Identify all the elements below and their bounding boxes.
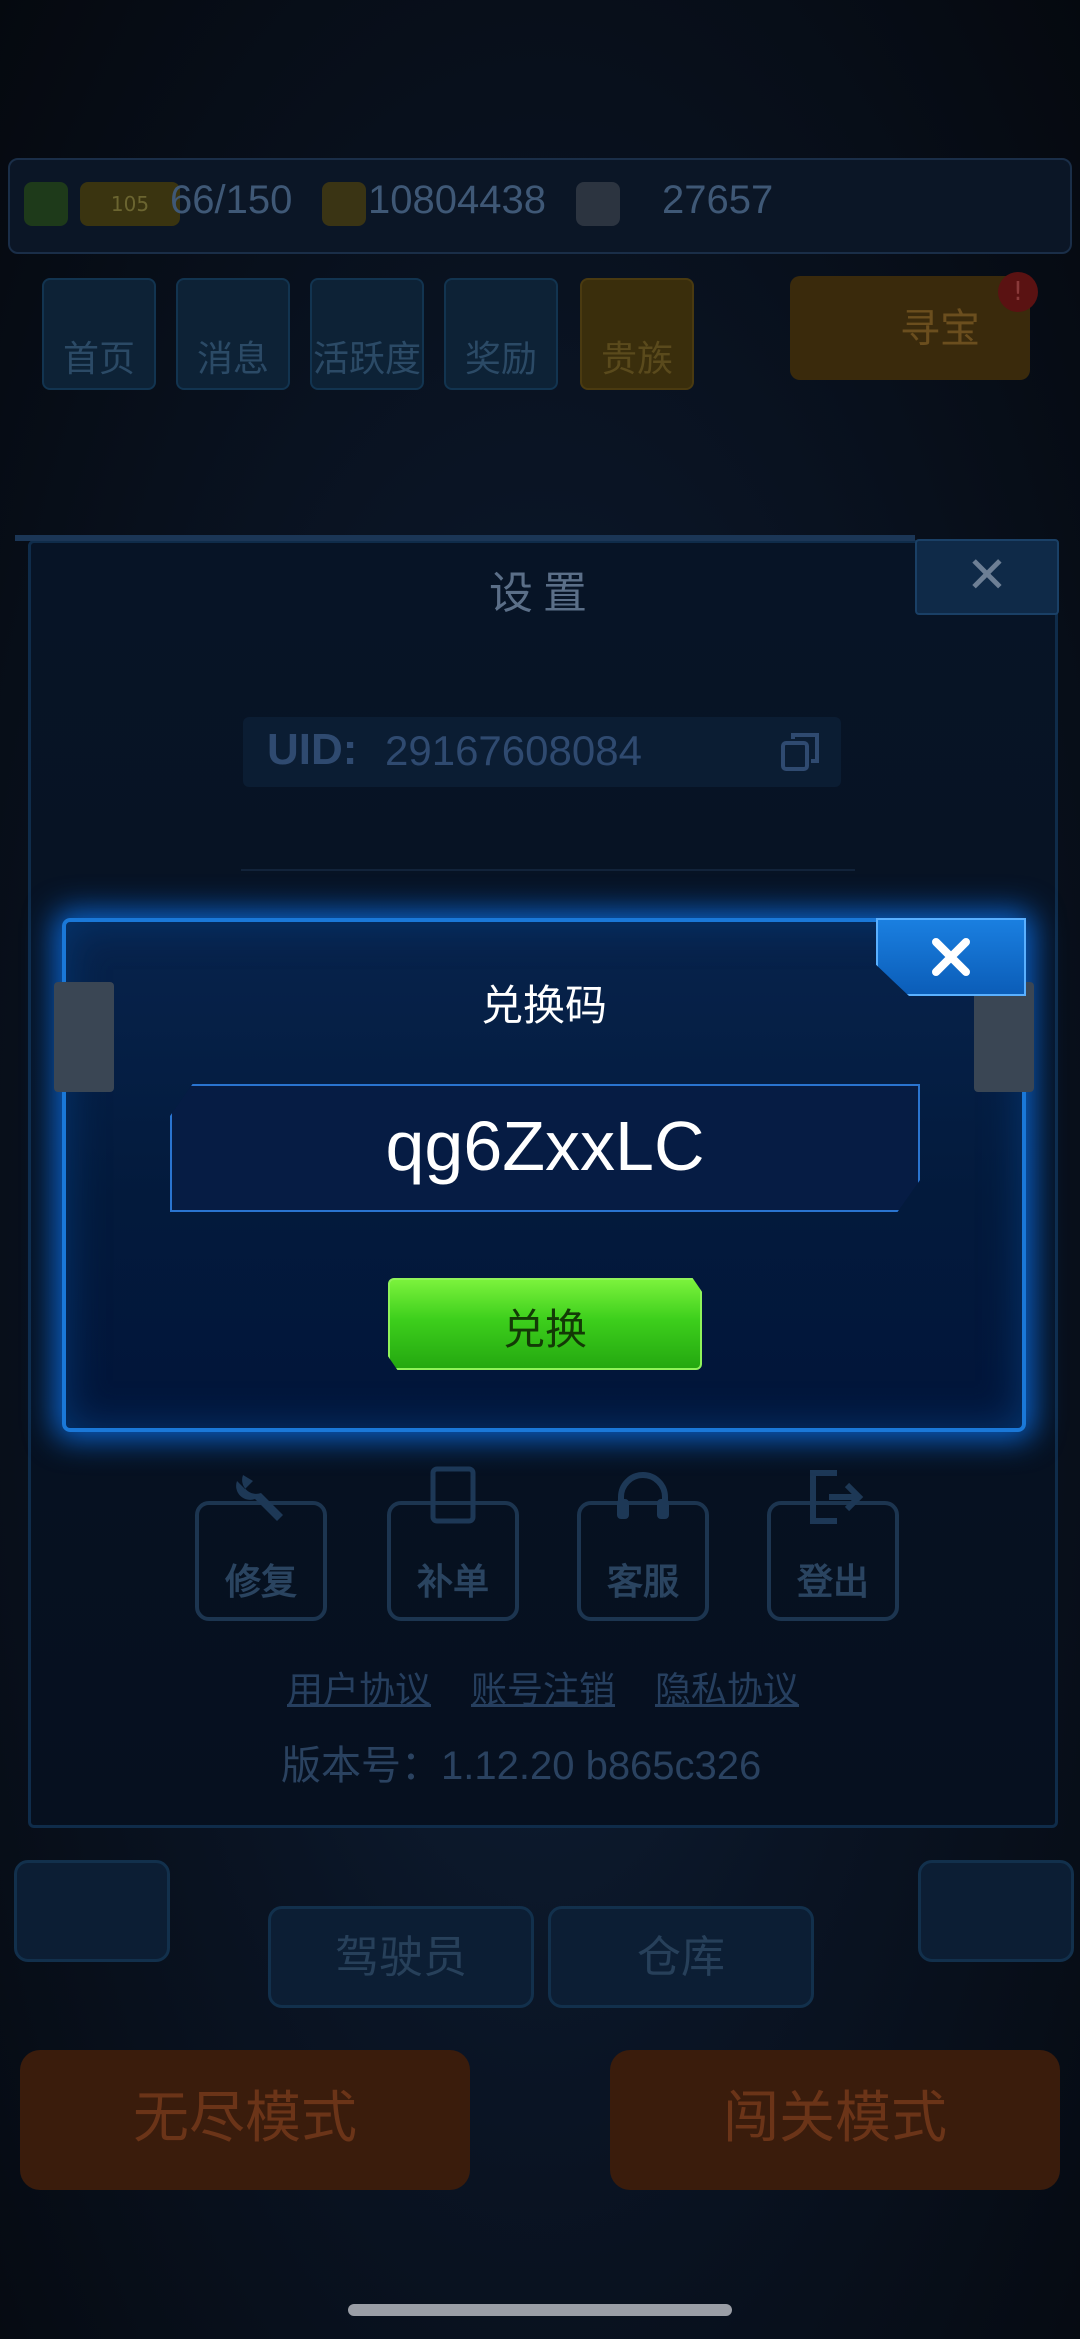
dialog-close-button[interactable] [876, 918, 1026, 996]
nav-rewards-label: 奖励 [464, 339, 537, 380]
settings-close-button[interactable]: ✕ [915, 539, 1059, 615]
settings-title-bar [15, 535, 915, 541]
endless-mode-button[interactable]: 无尽模式 [20, 2050, 470, 2190]
gem-icon [576, 182, 620, 226]
warehouse-label: 仓库 [637, 1932, 725, 1983]
reissue-order-label: 补单 [416, 1562, 489, 1603]
friends-button[interactable] [14, 1860, 170, 1962]
coin-icon [322, 182, 366, 226]
nav-rewards[interactable]: 奖励 [444, 278, 558, 390]
headset-icon [617, 1472, 669, 1519]
privacy-policy-link[interactable]: 隐私协议 [655, 1661, 799, 1713]
warehouse-button[interactable]: 仓库 [548, 1906, 814, 2008]
endless-mode-label: 无尽模式 [133, 2086, 357, 2151]
nav-messages-label: 消息 [196, 339, 269, 380]
nav-noble[interactable]: 贵族 [580, 278, 694, 390]
coin-value: 10804438 [368, 178, 546, 222]
uid-field: UID: 29167608084 [243, 717, 841, 787]
nav-noble-label: 贵族 [600, 339, 673, 380]
uid-label: UID: [267, 725, 358, 774]
close-icon [932, 938, 970, 976]
stage-mode-label: 闯关模式 [723, 2086, 947, 2151]
redeem-code-value: qg6ZxxLC [385, 1107, 705, 1185]
dialog-title: 兑换码 [480, 981, 607, 1030]
user-agreement-link[interactable]: 用户协议 [287, 1661, 431, 1713]
logout-button[interactable]: 登出 [767, 1470, 899, 1621]
redeem-button-label: 兑换 [502, 1305, 587, 1354]
uid-value: 29167608084 [385, 727, 642, 774]
account-cancel-link[interactable]: 账号注销 [471, 1661, 615, 1713]
nav-activity-label: 活跃度 [312, 339, 421, 380]
support-button[interactable]: 客服 [577, 1472, 709, 1621]
treasure-badge: ! [998, 272, 1038, 312]
gem-value: 27657 [662, 178, 774, 222]
nav-messages[interactable]: 消息 [176, 278, 290, 390]
pilot-button[interactable]: 驾驶员 [268, 1906, 534, 2008]
resource-bar: 105 66/150 10804438 27657 [8, 158, 1072, 254]
repair-button[interactable]: 修复 [195, 1475, 327, 1621]
redeem-dialog: 兑换码 qg6ZxxLC 兑换 [54, 918, 1034, 1432]
treasure-button[interactable]: 寻宝 [790, 276, 1030, 380]
redeem-code-input[interactable]: qg6ZxxLC [170, 1084, 920, 1212]
logout-label: 登出 [796, 1562, 869, 1603]
energy-icon [24, 182, 68, 226]
wrench-icon [236, 1475, 283, 1521]
reissue-order-button[interactable]: 补单 [387, 1466, 519, 1621]
stage-mode-button[interactable]: 闯关模式 [610, 2050, 1060, 2190]
nav-home[interactable]: 首页 [42, 278, 156, 390]
level-badge: 105 [80, 182, 180, 226]
settings-title: 设置 [489, 568, 597, 619]
home-indicator [348, 2304, 732, 2316]
support-label: 客服 [606, 1562, 679, 1603]
version-text: 版本号：1.12.20 b865c326 [281, 1744, 762, 1788]
pilot-label: 驾驶员 [335, 1932, 467, 1983]
document-icon [430, 1466, 476, 1524]
logout-icon [810, 1470, 864, 1524]
redeem-button[interactable]: 兑换 [388, 1278, 702, 1370]
nav-home-label: 首页 [62, 339, 135, 380]
gear-button[interactable] [918, 1860, 1074, 1962]
energy-value: 66/150 [170, 178, 293, 222]
settings-divider [241, 869, 855, 871]
nav-activity[interactable]: 活跃度 [310, 278, 424, 390]
copy-icon[interactable] [779, 729, 823, 773]
repair-label: 修复 [224, 1562, 297, 1603]
